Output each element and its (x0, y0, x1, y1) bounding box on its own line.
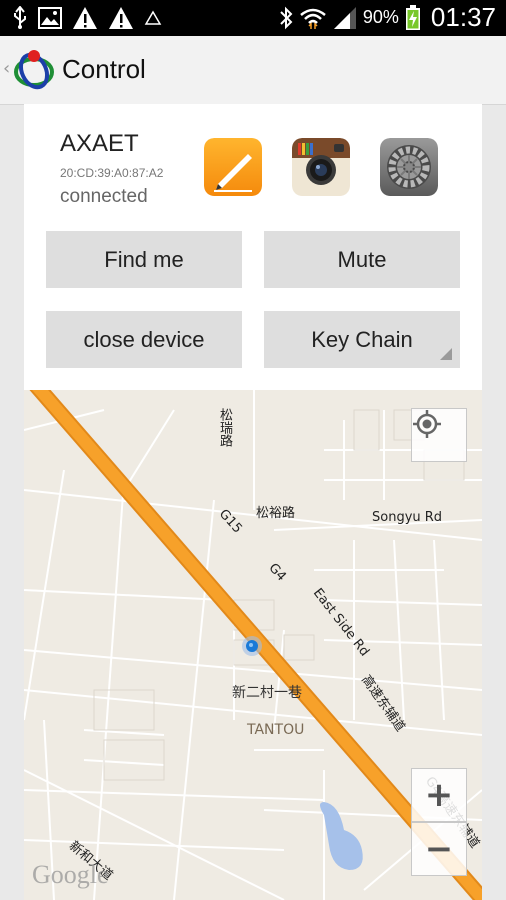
wifi-icon (300, 8, 326, 29)
device-mac: 20:CD:39:A0:87:A2 (60, 166, 164, 180)
zoom-out-button[interactable]: − (411, 822, 467, 876)
device-status: connected (60, 186, 148, 207)
map-label-songyu-cn: 松裕路 (256, 506, 296, 521)
action-bar: ‹ Control (0, 36, 506, 105)
mute-button[interactable]: Mute (264, 231, 460, 288)
device-card: AXAET 20:CD:39:A0:87:A2 connected Find m… (24, 104, 482, 390)
device-name: AXAET (60, 130, 139, 157)
map-label-songrui: 松瑞路 (217, 408, 232, 447)
status-bar: 90% 01:37 (0, 0, 506, 36)
map-label-tantou: TANTOU (247, 722, 305, 738)
gallery-icon (38, 7, 62, 29)
pages-icon[interactable] (204, 138, 262, 196)
map-label-xinercun: 新二村一巷 (232, 685, 302, 701)
crosshair-icon (413, 410, 441, 438)
usb-icon (14, 6, 26, 29)
key-chain-dropdown[interactable]: Key Chain (264, 311, 460, 368)
app-logo-icon[interactable] (12, 47, 56, 91)
camera-app-icon[interactable] (292, 138, 350, 196)
find-me-button[interactable]: Find me (46, 231, 242, 288)
google-attribution-logo: Google (32, 860, 109, 889)
current-location-marker[interactable] (241, 635, 263, 657)
pond (320, 802, 363, 870)
page-title: Control (62, 54, 146, 84)
my-location-button[interactable] (411, 408, 467, 462)
key-chain-label: Key Chain (311, 326, 413, 352)
zoom-in-button[interactable]: + (411, 768, 467, 822)
clock: 01:37 (430, 2, 496, 32)
battery-charging-icon (405, 4, 420, 30)
bluetooth-icon (280, 6, 293, 29)
chevron-left-icon[interactable]: ‹ (3, 58, 10, 79)
dropdown-corner-icon (440, 348, 452, 360)
close-device-button[interactable]: close device (46, 311, 242, 368)
warning-icon (109, 7, 133, 29)
map-view[interactable]: 松瑞路 松裕路 Songyu Rd G15 G4 East Side Rd 高速… (24, 390, 482, 900)
warning-outline-icon (144, 10, 162, 25)
battery-percent: 90% (362, 7, 399, 27)
warning-icon (73, 7, 97, 29)
map-label-songyu-en: Songyu Rd (372, 510, 443, 525)
settings-gear-icon[interactable] (380, 138, 438, 196)
signal-icon (333, 6, 356, 29)
